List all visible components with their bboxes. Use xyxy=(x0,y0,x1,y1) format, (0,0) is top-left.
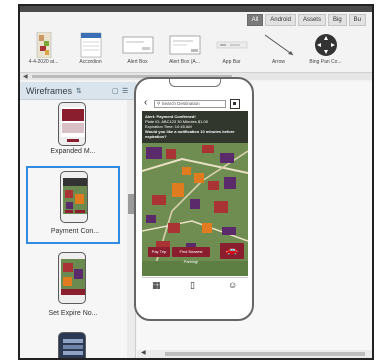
map-icon[interactable]: ▦ xyxy=(152,280,161,291)
component-pan-control[interactable]: Bing Pan Co... xyxy=(302,28,349,72)
wireframe-thumbnail xyxy=(58,332,86,358)
app-bar-thumbnail-icon xyxy=(214,32,250,56)
alert-box-android-thumbnail-icon xyxy=(167,32,203,56)
phone-notch xyxy=(169,79,221,87)
notice-line3: Would you like a notification 10 minutes… xyxy=(145,129,235,139)
search-icon: ⚲ xyxy=(157,101,161,106)
panel-header: Wireframes ⇅ ▢ ☰ xyxy=(20,82,136,100)
search-input[interactable]: ⚲ Search Destination xyxy=(154,100,226,108)
canvas-scroll-thumb[interactable] xyxy=(165,352,365,356)
qr-code-icon[interactable] xyxy=(230,99,240,109)
wireframes-panel: Wireframes ⇅ ▢ ☰ Expanded M... Payment C… xyxy=(20,82,136,358)
bottom-navbar: ▦ ▯ ☺ xyxy=(142,277,248,293)
pan-control-thumbnail-icon xyxy=(308,32,344,56)
wireframe-thumbnail xyxy=(58,102,86,146)
component-ribbon: 4-4-2020 at... Accordion Alert Box Alert… xyxy=(20,28,372,72)
title-strip xyxy=(20,6,372,12)
panel-title: Wireframes xyxy=(26,86,73,96)
wireframe-thumbnail xyxy=(60,171,88,223)
component-arrow[interactable]: Arrow xyxy=(255,28,302,72)
component-app-bar[interactable]: App Bar xyxy=(208,28,255,72)
profile-icon[interactable]: ☺ xyxy=(228,280,237,290)
arrow-thumbnail-icon xyxy=(261,32,297,56)
wireframe-item-next[interactable] xyxy=(26,330,120,358)
filter-all[interactable]: All xyxy=(246,14,264,26)
wireframe-thumbnail xyxy=(58,252,86,304)
canvas-scrollbar[interactable]: ◀ xyxy=(137,350,372,358)
bookmark-icon[interactable]: ▯ xyxy=(190,280,195,291)
component-alert-box[interactable]: Alert Box xyxy=(114,28,161,72)
scroll-left-icon[interactable]: ◀ xyxy=(141,349,146,356)
filter-big[interactable]: Big xyxy=(327,14,347,26)
map-thumbnail-icon xyxy=(26,31,62,59)
map-view[interactable]: Alert: Payment Confirmed! Plate ID: ABC1… xyxy=(142,111,248,276)
filter-android[interactable]: Android xyxy=(265,14,296,26)
filter-bu[interactable]: Bu xyxy=(348,14,366,26)
component-alert-box-android[interactable]: Alert Box (A... xyxy=(161,28,208,72)
phone-screen: ‹ ⚲ Search Destination Alert: Payment Co… xyxy=(142,93,248,293)
wireframe-item-payment-confirmed[interactable]: Payment Con... xyxy=(26,166,120,244)
sort-icon[interactable]: ⇅ xyxy=(76,87,82,95)
search-row: ‹ ⚲ Search Destination xyxy=(142,97,248,109)
phone-mockup[interactable]: ‹ ⚲ Search Destination Alert: Payment Co… xyxy=(134,77,254,321)
wireframe-item-set-expire[interactable]: Set Expire No... xyxy=(26,250,120,330)
accordion-thumbnail-icon xyxy=(73,32,109,58)
find-parking-button[interactable]: Find Nearest Parking! xyxy=(172,247,210,264)
alert-box-thumbnail-icon xyxy=(120,32,156,56)
payment-notice: Alert: Payment Confirmed! Plate ID: ABC1… xyxy=(142,111,248,143)
filter-assets[interactable]: Assets xyxy=(297,14,326,26)
list-view-icon[interactable]: ☰ xyxy=(122,87,128,95)
car-icon[interactable]: 🚗 xyxy=(220,243,244,259)
component-map-screenshot[interactable]: 4-4-2020 at... xyxy=(20,28,67,72)
component-accordion[interactable]: Accordion xyxy=(67,28,114,72)
scroll-left-icon[interactable]: ◀ xyxy=(23,73,28,80)
filter-chips: All Android Assets Big Bu xyxy=(246,14,366,26)
back-icon[interactable]: ‹ xyxy=(144,97,147,108)
grid-view-icon[interactable]: ▢ xyxy=(112,87,119,95)
pay-trip-button[interactable]: Pay Trip xyxy=(148,247,170,257)
